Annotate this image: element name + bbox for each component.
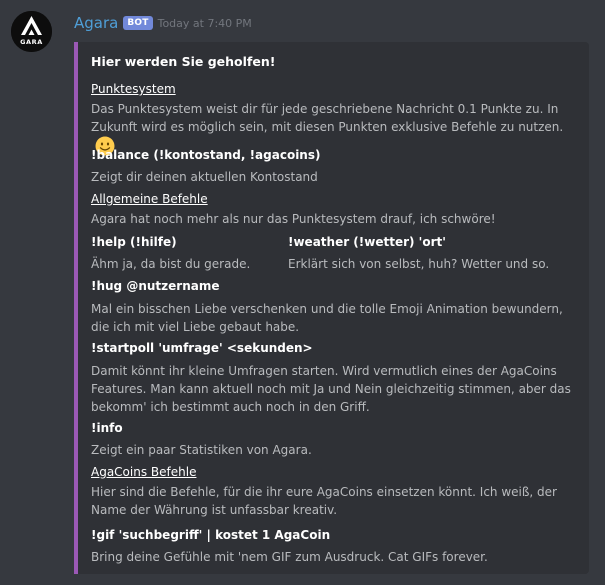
embed-field-startpoll: !startpoll 'umfrage' <sekunden> Damit kö… [91, 340, 576, 416]
field-name: !startpoll 'umfrage' <sekunden> [91, 341, 313, 355]
field-value: Hier sind die Befehle, für die ihr eure … [91, 485, 557, 517]
field-name: !help (!hilfe) [91, 235, 177, 249]
chat-message: GARA Agara BOT Today at 7:40 PM Hier wer… [0, 0, 605, 585]
embed-title: Hier werden Sie geholfen! [91, 54, 276, 69]
embed-field-agacoins-befehle: AgaCoins Befehle Hier sind die Befehle, … [91, 464, 576, 519]
rich-embed: Hier werden Sie geholfen! Punktesystem D… [74, 42, 589, 574]
bot-avatar[interactable]: GARA [11, 11, 52, 52]
embed-field-allgemeine-befehle: Allgemeine Befehle Agara hat noch mehr a… [91, 191, 576, 228]
message-header: Agara BOT Today at 7:40 PM [74, 13, 252, 33]
field-value-text: Das Punktesystem weist dir für jede gesc… [91, 102, 564, 134]
field-name: Allgemeine Befehle [91, 192, 208, 206]
username[interactable]: Agara [74, 14, 118, 32]
embed-field-info: !info Zeigt ein paar Statistiken von Aga… [91, 420, 576, 459]
field-value: Zeigt ein paar Statistiken von Agara. [91, 443, 312, 457]
field-name: !balance (!kontostand, !agacoins) [91, 148, 321, 162]
agara-logo-icon: GARA [11, 11, 52, 52]
embed-field-weather: !weather (!wetter) 'ort' Erklärt sich vo… [288, 234, 578, 273]
field-value: Ähm ja, da bist du gerade. [91, 257, 251, 271]
field-value: Agara hat noch mehr als nur das Punktesy… [91, 212, 496, 226]
embed-field-hug: !hug @nutzername Mal ein bisschen Liebe … [91, 278, 576, 336]
field-name: !info [91, 421, 123, 435]
field-name: !weather (!wetter) 'ort' [288, 235, 446, 249]
field-name: Punktesystem [91, 82, 176, 96]
field-value: Zeigt dir deinen aktuellen Kontostand [91, 170, 318, 184]
svg-text:GARA: GARA [20, 38, 43, 46]
embed-field-balance: !balance (!kontostand, !agacoins) Zeigt … [91, 147, 576, 186]
field-name: AgaCoins Befehle [91, 465, 197, 479]
field-name: !hug @nutzername [91, 279, 220, 293]
field-name: !gif 'suchbegriff' | kostet 1 AgaCoin [91, 528, 331, 542]
embed-field-gif: !gif 'suchbegriff' | kostet 1 AgaCoin Br… [91, 527, 576, 566]
field-value: Mal ein bisschen Liebe verschenken und d… [91, 302, 563, 334]
embed-field-punktesystem: Punktesystem Das Punktesystem weist dir … [91, 81, 576, 156]
field-value: Damit könnt ihr kleine Umfragen starten.… [91, 364, 571, 414]
avatar-text: GARA [20, 38, 43, 46]
bot-badge: BOT [123, 16, 153, 30]
field-value: Bring deine Gefühle mit 'nem GIF zum Aus… [91, 550, 488, 564]
timestamp[interactable]: Today at 7:40 PM [158, 17, 252, 30]
embed-field-help: !help (!hilfe) Ähm ja, da bist du gerade… [91, 234, 281, 273]
field-value: Erklärt sich von selbst, huh? Wetter und… [288, 257, 550, 271]
